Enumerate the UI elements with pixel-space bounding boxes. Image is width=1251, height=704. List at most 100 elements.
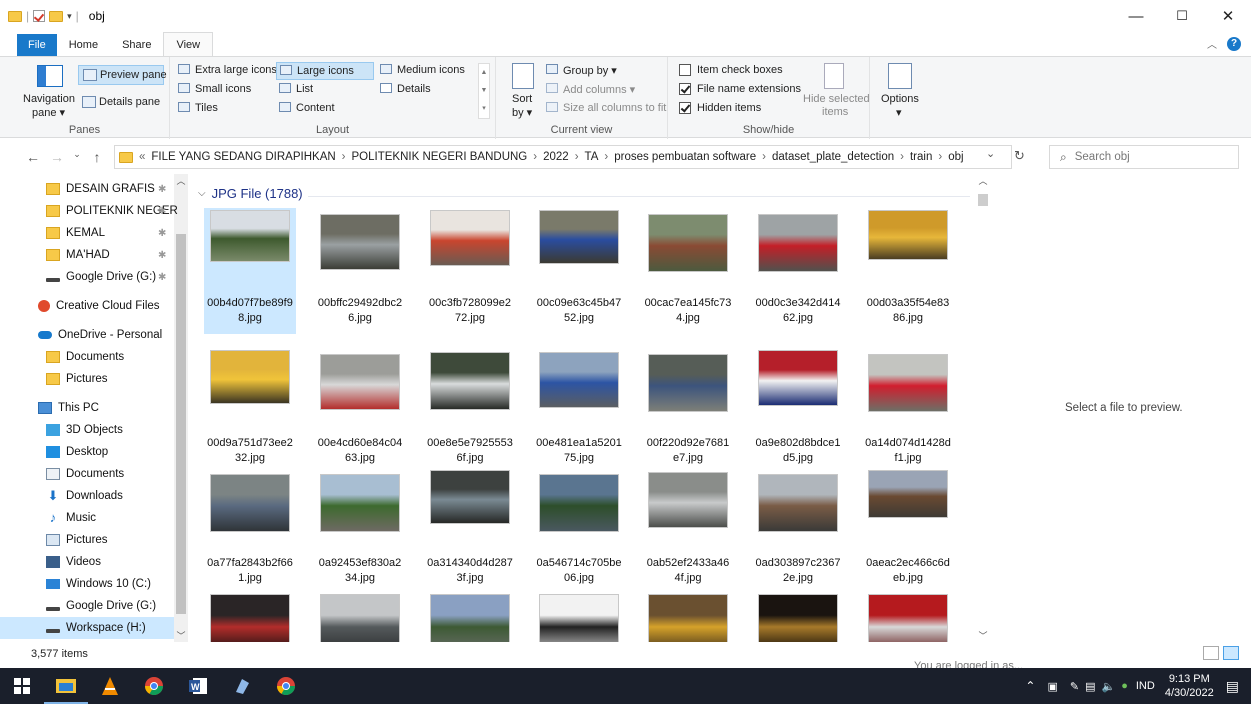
content-option[interactable]: Content bbox=[279, 100, 377, 118]
tray-app-icon[interactable]: ▣ bbox=[1047, 680, 1057, 693]
sort-by-button[interactable]: Sort by ▾ bbox=[506, 61, 542, 123]
start-icon[interactable] bbox=[0, 668, 44, 704]
file-item[interactable]: 00f220d92e7681e7.jpg bbox=[642, 348, 734, 474]
chevron-right-icon[interactable]: › bbox=[575, 151, 579, 163]
network-icon[interactable]: ▤ bbox=[1085, 680, 1095, 693]
chrome-icon[interactable] bbox=[132, 668, 176, 704]
nav-item[interactable]: Documents bbox=[0, 463, 124, 485]
pen-icon[interactable]: ✎ bbox=[1070, 680, 1079, 693]
file-item[interactable] bbox=[752, 588, 844, 642]
customize-toolbar-icon[interactable]: ▾ bbox=[67, 11, 72, 22]
address-bar[interactable]: « FILE YANG SEDANG DIRAPIHKAN › POLITEKNIK… bbox=[114, 145, 1012, 169]
close-button[interactable]: ✕ bbox=[1205, 0, 1251, 32]
tab-share[interactable]: Share bbox=[110, 34, 163, 56]
file-item[interactable]: 0a77fa2843b2f661.jpg bbox=[204, 468, 296, 594]
breadcrumb-item[interactable]: TA bbox=[585, 151, 599, 163]
large-icons-view-icon[interactable] bbox=[1223, 646, 1239, 660]
file-item[interactable]: 00c3fb728099e272.jpg bbox=[424, 208, 516, 334]
nav-item[interactable]: This PC bbox=[0, 397, 99, 419]
small-icons-option[interactable]: Small icons bbox=[178, 81, 276, 99]
file-item[interactable]: 00d0c3e342d41462.jpg bbox=[752, 208, 844, 334]
file-item[interactable]: 0a14d074d1428df1.jpg bbox=[862, 348, 954, 474]
vlc-icon[interactable] bbox=[88, 668, 132, 704]
scroll-down-icon[interactable]: ﹀ bbox=[174, 629, 188, 642]
chevron-up-icon[interactable]: ︿ bbox=[1207, 36, 1217, 51]
scroll-up-icon[interactable]: ▲ bbox=[479, 64, 489, 82]
tab-file[interactable]: File bbox=[17, 34, 57, 56]
details-view-icon[interactable] bbox=[1203, 646, 1219, 660]
scrollbar-thumb[interactable] bbox=[176, 234, 186, 614]
chevron-right-icon[interactable]: › bbox=[938, 151, 942, 163]
nav-item[interactable]: Desktop bbox=[0, 441, 108, 463]
file-item[interactable] bbox=[862, 588, 954, 642]
nav-item[interactable]: ⬇ Downloads bbox=[0, 485, 123, 507]
search-input[interactable]: Search obj bbox=[1075, 151, 1130, 163]
file-item[interactable]: 00cac7ea145fc734.jpg bbox=[642, 208, 734, 334]
extra-large-icons-option[interactable]: Extra large icons bbox=[178, 62, 277, 80]
hidden-items-checkbox[interactable] bbox=[679, 102, 691, 114]
chrome-icon[interactable] bbox=[264, 668, 308, 704]
nav-item[interactable]: Documents bbox=[0, 346, 124, 368]
nav-item[interactable]: Windows 10 (C:) bbox=[0, 573, 151, 595]
nav-item[interactable]: MA'HAD ✱ bbox=[0, 244, 166, 266]
size-all-columns-button[interactable]: Size all columns to fit bbox=[546, 100, 666, 118]
forward-arrow-icon[interactable]: → bbox=[46, 149, 68, 165]
chevron-right-icon[interactable]: › bbox=[533, 151, 537, 163]
file-item[interactable]: 00bffc29492dbc26.jpg bbox=[314, 208, 406, 334]
nav-item[interactable]: KEMAL ✱ bbox=[0, 222, 166, 244]
recent-locations-icon[interactable]: ⌄ bbox=[70, 149, 84, 165]
notifications-icon[interactable]: ▤ bbox=[1226, 678, 1239, 695]
options-button[interactable]: Options ▾ bbox=[874, 61, 926, 123]
maximize-button[interactable]: ☐ bbox=[1159, 0, 1205, 32]
file-item[interactable] bbox=[314, 588, 406, 642]
breadcrumb-item[interactable]: POLITEKNIK NEGERI BANDUNG bbox=[352, 151, 528, 163]
address-dropdown-icon[interactable]: ⌄ bbox=[986, 147, 995, 160]
chevron-right-icon[interactable]: › bbox=[342, 151, 346, 163]
new-folder-icon[interactable] bbox=[49, 10, 64, 22]
breadcrumb-item[interactable]: 2022 bbox=[543, 151, 569, 163]
nav-item[interactable]: Google Drive (G:) bbox=[0, 595, 156, 617]
file-item[interactable]: 00d9a751d73ee232.jpg bbox=[204, 348, 296, 474]
file-item[interactable]: 00e4cd60e84c0463.jpg bbox=[314, 348, 406, 474]
details-option[interactable]: Details bbox=[380, 81, 476, 99]
preview-pane-button[interactable]: Preview pane bbox=[78, 65, 167, 85]
chevron-right-icon[interactable]: › bbox=[604, 151, 608, 163]
refresh-icon[interactable]: ↻ bbox=[1014, 148, 1025, 164]
navigation-pane-button[interactable]: Navigation pane ▾ bbox=[20, 63, 76, 125]
nav-item[interactable]: Pictures bbox=[0, 529, 108, 551]
scrollbar-thumb[interactable] bbox=[978, 194, 988, 206]
group-header[interactable]: ⌵ JPG File (1788) bbox=[198, 186, 303, 201]
nav-item[interactable]: OneDrive - Personal bbox=[0, 324, 162, 346]
file-item[interactable]: 0ab52ef2433a464f.jpg bbox=[642, 468, 734, 594]
scroll-up-icon[interactable]: ︿ bbox=[174, 174, 188, 188]
minimize-button[interactable]: — bbox=[1113, 0, 1159, 32]
nav-item[interactable]: ♪ Music bbox=[0, 507, 96, 529]
scroll-down-icon[interactable]: ▼ bbox=[479, 82, 489, 100]
breadcrumb-item[interactable]: obj bbox=[948, 151, 963, 163]
breadcrumb-item[interactable]: dataset_plate_detection bbox=[772, 151, 894, 163]
tab-view[interactable]: View bbox=[163, 32, 214, 56]
breadcrumb-item[interactable]: proses pembuatan software bbox=[614, 151, 756, 163]
item-check-boxes-toggle[interactable]: Item check boxes bbox=[679, 62, 799, 80]
file-item[interactable]: 0aeac2ec466c6deb.jpg bbox=[862, 468, 954, 594]
tab-home[interactable]: Home bbox=[57, 34, 110, 56]
file-item[interactable]: 0a546714c705be06.jpg bbox=[533, 468, 625, 594]
hide-selected-items-button[interactable]: Hide selected items bbox=[800, 61, 870, 123]
nav-item[interactable]: DESAIN GRAFIS ✱ bbox=[0, 178, 166, 200]
hidden-items-toggle[interactable]: Hidden items bbox=[679, 100, 799, 118]
scroll-up-icon[interactable]: ︿ bbox=[976, 174, 990, 188]
file-item[interactable] bbox=[204, 588, 296, 642]
nav-item[interactable]: POLITEKNIK NEGER ✱ bbox=[0, 200, 178, 222]
file-item[interactable]: 0ad303897c23672e.jpg bbox=[752, 468, 844, 594]
file-item[interactable] bbox=[642, 588, 734, 642]
file-item[interactable]: 00c09e63c45b4752.jpg bbox=[533, 208, 625, 334]
breadcrumb-overflow[interactable]: « bbox=[139, 151, 145, 163]
file-item[interactable]: 00e481ea1a520175.jpg bbox=[533, 348, 625, 474]
tiles-option[interactable]: Tiles bbox=[178, 100, 276, 118]
layout-scroll[interactable]: ▲ ▼ ▾ bbox=[478, 63, 490, 119]
properties-icon[interactable] bbox=[33, 10, 46, 22]
breadcrumb-item[interactable]: FILE YANG SEDANG DIRAPIHKAN bbox=[151, 151, 335, 163]
file-explorer-icon[interactable] bbox=[44, 668, 88, 704]
more-icon[interactable]: ▾ bbox=[479, 100, 489, 118]
file-item[interactable]: 0a314340d4d2873f.jpg bbox=[424, 468, 516, 594]
